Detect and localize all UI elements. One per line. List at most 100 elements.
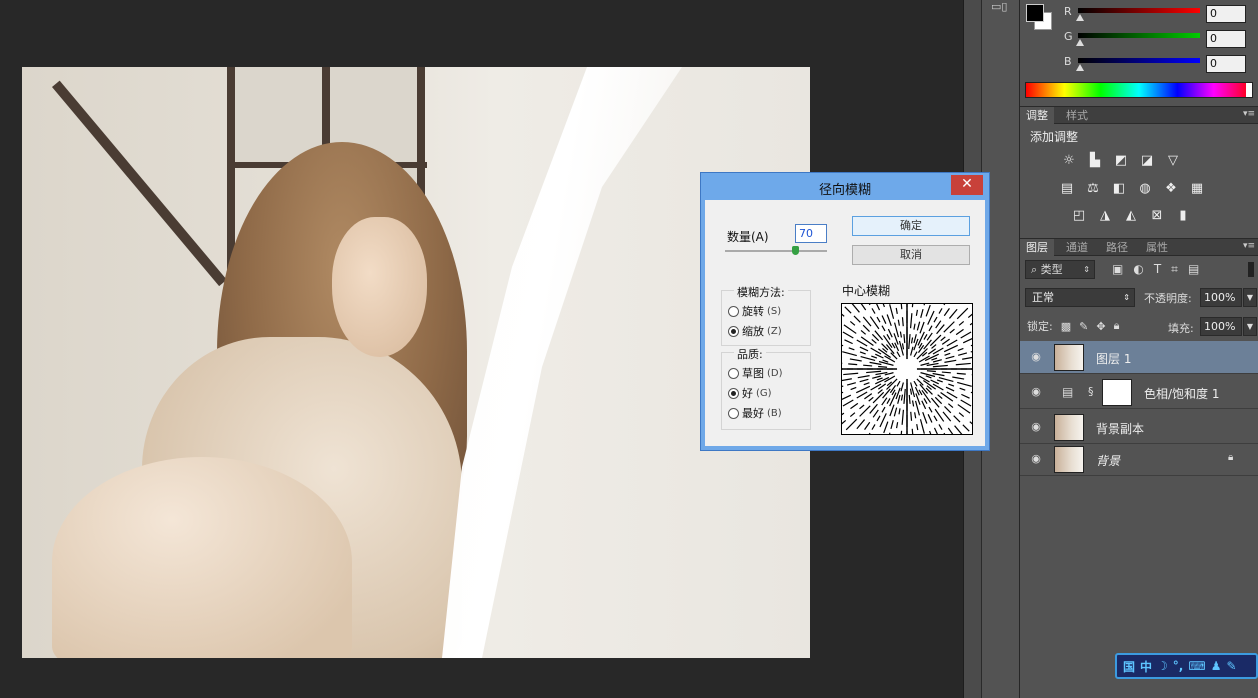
- layer-row-hue-saturation[interactable]: ◉ ▤ § 色相/饱和度 1: [1020, 376, 1258, 409]
- blur-method-title: 模糊方法:: [734, 284, 788, 300]
- opacity-input[interactable]: 100%: [1200, 288, 1242, 307]
- panel-menu-icon[interactable]: ▾≡: [1243, 241, 1255, 251]
- curves-icon[interactable]: ◩: [1112, 153, 1130, 169]
- tab-properties[interactable]: 属性: [1140, 239, 1174, 256]
- lock-label: 锁定:: [1027, 320, 1053, 333]
- filter-type-label: 类型: [1040, 263, 1063, 276]
- red-value-input[interactable]: 0: [1206, 5, 1246, 23]
- green-slider[interactable]: [1078, 33, 1200, 38]
- ime-logo-icon[interactable]: 国: [1123, 658, 1135, 675]
- layer-filter-select[interactable]: ⌕ 类型 ⇕: [1025, 260, 1095, 279]
- radio-label: 缩放: [742, 325, 764, 338]
- ime-punctuation-icon[interactable]: °,: [1173, 659, 1184, 673]
- radio-draft[interactable]: 草图 (D): [728, 365, 783, 381]
- foreground-color-swatch[interactable]: [1026, 4, 1044, 22]
- red-slider[interactable]: [1078, 8, 1200, 13]
- lock-all-icon[interactable]: 🔒︎: [1114, 319, 1120, 333]
- slider-knob[interactable]: [1076, 14, 1084, 21]
- fill-dropdown-button[interactable]: ▼: [1243, 317, 1257, 336]
- pixel-filter-icon[interactable]: ▣: [1112, 262, 1123, 277]
- blend-mode-select[interactable]: 正常 ⇕: [1025, 288, 1135, 307]
- brightness-icon[interactable]: ☼: [1060, 153, 1078, 169]
- channel-mixer-icon[interactable]: ❖: [1162, 181, 1180, 197]
- ime-keyboard-icon[interactable]: ⌨: [1188, 659, 1205, 673]
- blue-slider[interactable]: [1078, 58, 1200, 63]
- shape-filter-icon[interactable]: ⌗: [1171, 262, 1178, 277]
- ime-chinese-mode-icon[interactable]: 中: [1140, 658, 1152, 675]
- blue-value-input[interactable]: 0: [1206, 55, 1246, 73]
- selective-color-icon[interactable]: ⊠: [1148, 208, 1166, 224]
- radio-indicator: [728, 325, 739, 337]
- ok-button[interactable]: 确定: [852, 216, 970, 236]
- lock-image-icon[interactable]: ✎: [1079, 320, 1088, 333]
- levels-icon[interactable]: ▙: [1086, 153, 1104, 169]
- ime-user-icon[interactable]: ♟: [1211, 659, 1222, 673]
- adjustment-filter-icon[interactable]: ◐: [1133, 262, 1143, 277]
- visibility-eye-icon[interactable]: ◉: [1028, 420, 1044, 434]
- visibility-eye-icon[interactable]: ◉: [1028, 350, 1044, 364]
- layer-lock-icon: 🔒︎: [1228, 452, 1234, 463]
- filter-toggle-switch[interactable]: [1248, 262, 1254, 277]
- add-adjustment-title: 添加调整: [1030, 130, 1079, 144]
- green-value-input[interactable]: 0: [1206, 30, 1246, 48]
- fill-input[interactable]: 100%: [1200, 317, 1242, 336]
- radio-best[interactable]: 最好 (B): [728, 405, 782, 421]
- panel-menu-icon[interactable]: ▾≡: [1243, 109, 1255, 119]
- lock-transparent-icon[interactable]: ▩: [1061, 320, 1071, 333]
- ime-tools-icon[interactable]: ✎: [1226, 659, 1236, 673]
- amount-slider-knob[interactable]: [792, 246, 800, 255]
- hue-saturation-icon[interactable]: ▤: [1058, 181, 1076, 197]
- layer-row-background-copy[interactable]: ◉ 背景副本: [1020, 411, 1258, 444]
- cancel-button[interactable]: 取消: [852, 245, 970, 265]
- radio-label: 旋转: [742, 305, 764, 318]
- tab-channels[interactable]: 通道: [1060, 239, 1094, 256]
- invert-icon[interactable]: ◰: [1070, 208, 1088, 224]
- radio-spin[interactable]: 旋转 (S): [728, 303, 781, 319]
- visibility-eye-icon[interactable]: ◉: [1028, 385, 1044, 399]
- black-white-icon[interactable]: ◧: [1110, 181, 1128, 197]
- exposure-icon[interactable]: ◪: [1138, 153, 1156, 169]
- layer-row-layer1[interactable]: ◉ 图层 1: [1020, 341, 1258, 374]
- tab-layers[interactable]: 图层: [1020, 239, 1054, 256]
- dock-icon[interactable]: ▭▯: [991, 0, 1011, 13]
- radio-label: 草图: [742, 367, 764, 380]
- lock-position-icon[interactable]: ✥: [1096, 320, 1105, 333]
- lock-row: 锁定: ▩ ✎ ✥ 🔒︎: [1027, 318, 1119, 334]
- ime-halfwidth-icon[interactable]: ☽: [1157, 659, 1168, 673]
- color-lookup-icon[interactable]: ▦: [1188, 181, 1206, 197]
- opacity-dropdown-button[interactable]: ▼: [1243, 288, 1257, 307]
- visibility-eye-icon[interactable]: ◉: [1028, 452, 1044, 466]
- layer-filter-tools: ▣ ◐ T ⌗ ▤: [1112, 262, 1199, 277]
- radio-good[interactable]: 好 (G): [728, 385, 772, 401]
- tab-adjustments[interactable]: 调整: [1020, 107, 1054, 124]
- radio-indicator: [728, 305, 739, 317]
- slider-knob[interactable]: [1076, 64, 1084, 71]
- photo-filter-icon[interactable]: ◍: [1136, 181, 1154, 197]
- radio-label: 最好: [742, 407, 764, 420]
- radio-zoom[interactable]: 缩放 (Z): [728, 323, 782, 339]
- slider-knob[interactable]: [1076, 39, 1084, 46]
- radio-label: 好: [742, 387, 753, 400]
- layer-mask-thumbnail[interactable]: [1102, 379, 1132, 406]
- close-button[interactable]: ✕: [951, 175, 983, 195]
- red-channel-row: R 0: [1064, 3, 1254, 23]
- color-balance-icon[interactable]: ⚖: [1084, 181, 1102, 197]
- amount-input[interactable]: 70: [795, 224, 827, 243]
- blur-center-preview[interactable]: [819, 281, 995, 457]
- tab-paths[interactable]: 路径: [1100, 239, 1134, 256]
- dialog-titlebar[interactable]: 径向模糊 ✕: [701, 173, 989, 200]
- color-spectrum-bar[interactable]: [1025, 82, 1253, 98]
- chain-link-icon[interactable]: §: [1088, 385, 1094, 398]
- vibrance-icon[interactable]: ▽: [1164, 153, 1182, 169]
- posterize-icon[interactable]: ◮: [1096, 208, 1114, 224]
- layer-row-background[interactable]: ◉ 背景 🔒︎: [1020, 443, 1258, 476]
- type-filter-icon[interactable]: T: [1154, 262, 1161, 277]
- smart-object-filter-icon[interactable]: ▤: [1188, 262, 1199, 277]
- amount-slider[interactable]: [725, 250, 827, 252]
- photoshop-window: ▭▯ R 0 G 0 B 0 调整 样式 ▾≡ 添加调整 ☼ ▙ ◩ ◪ ▽ ▤…: [0, 0, 1258, 698]
- tab-styles[interactable]: 样式: [1060, 107, 1094, 124]
- threshold-icon[interactable]: ◭: [1122, 208, 1140, 224]
- document-image[interactable]: [22, 67, 810, 658]
- gradient-map-icon[interactable]: ▮: [1174, 208, 1192, 224]
- adjustment-row-1: ☼ ▙ ◩ ◪ ▽: [1060, 153, 1182, 169]
